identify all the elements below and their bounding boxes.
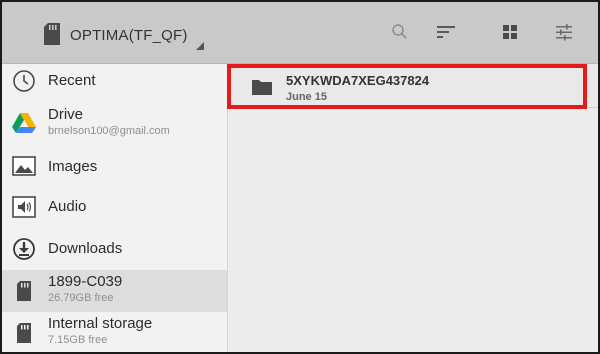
sidebar-item-subtitle: brnelson100@gmail.com xyxy=(48,125,170,137)
root-title: OPTIMA(TF_QF) xyxy=(70,26,188,44)
sidebar-item-subtitle: 26.79GB free xyxy=(48,292,114,304)
settings-tune-icon xyxy=(555,23,573,46)
sidebar-item-images[interactable]: Images xyxy=(2,146,227,186)
image-icon xyxy=(10,152,38,180)
download-icon xyxy=(10,235,38,263)
sidebar-item-audio[interactable]: Audio xyxy=(2,186,227,228)
sidebar-item-1899-c039[interactable]: 1899-C039 26.79GB free xyxy=(2,270,227,312)
clock-icon xyxy=(10,67,38,95)
list-item[interactable]: 5XYKWDA7XEG437824 June 15 xyxy=(227,64,598,109)
sidebar-item-recent[interactable]: Recent xyxy=(2,64,227,98)
sidebar-item-label: Recent xyxy=(48,72,96,89)
audio-icon xyxy=(10,193,38,221)
sidebar: Recent Drive brnelson100@gmail.com Image… xyxy=(2,64,228,352)
document-list: 5XYKWDA7XEG437824 June 15 xyxy=(227,64,598,352)
settings-button[interactable] xyxy=(550,20,578,48)
sort-button[interactable] xyxy=(432,20,460,48)
search-button[interactable] xyxy=(386,20,414,48)
sidebar-item-label: Downloads xyxy=(48,240,123,257)
sd-card-icon xyxy=(10,277,38,305)
root-picker[interactable]: OPTIMA(TF_QF) xyxy=(38,20,204,50)
document-date: June 15 xyxy=(286,91,327,103)
sidebar-item-label: Images xyxy=(48,158,98,175)
sd-card-icon xyxy=(10,319,38,347)
sidebar-item-subtitle: 7.15GB free xyxy=(48,334,108,346)
sidebar-item-downloads[interactable]: Downloads xyxy=(2,228,227,270)
grid-view-icon xyxy=(502,24,518,45)
sidebar-item-label: 1899-C039 xyxy=(48,273,123,290)
app-window: OPTIMA(TF_QF) Recent Drive brnelson100@g… xyxy=(0,0,600,354)
sidebar-item-drive[interactable]: Drive brnelson100@gmail.com xyxy=(2,98,227,146)
sort-icon xyxy=(436,24,456,45)
sidebar-item-internal-storage[interactable]: Internal storage 7.15GB free xyxy=(2,312,227,352)
document-name: 5XYKWDA7XEG437824 xyxy=(286,73,430,88)
sidebar-item-label: Internal storage xyxy=(48,315,153,332)
app-bar: OPTIMA(TF_QF) xyxy=(2,2,598,64)
folder-icon xyxy=(251,78,273,96)
sidebar-item-label: Audio xyxy=(48,198,87,215)
sidebar-item-label: Drive xyxy=(48,106,84,123)
grid-view-button[interactable] xyxy=(496,20,524,48)
google-drive-icon xyxy=(10,109,38,137)
sd-card-icon xyxy=(42,22,62,46)
dropdown-caret-icon xyxy=(196,42,204,50)
search-icon xyxy=(391,23,409,46)
